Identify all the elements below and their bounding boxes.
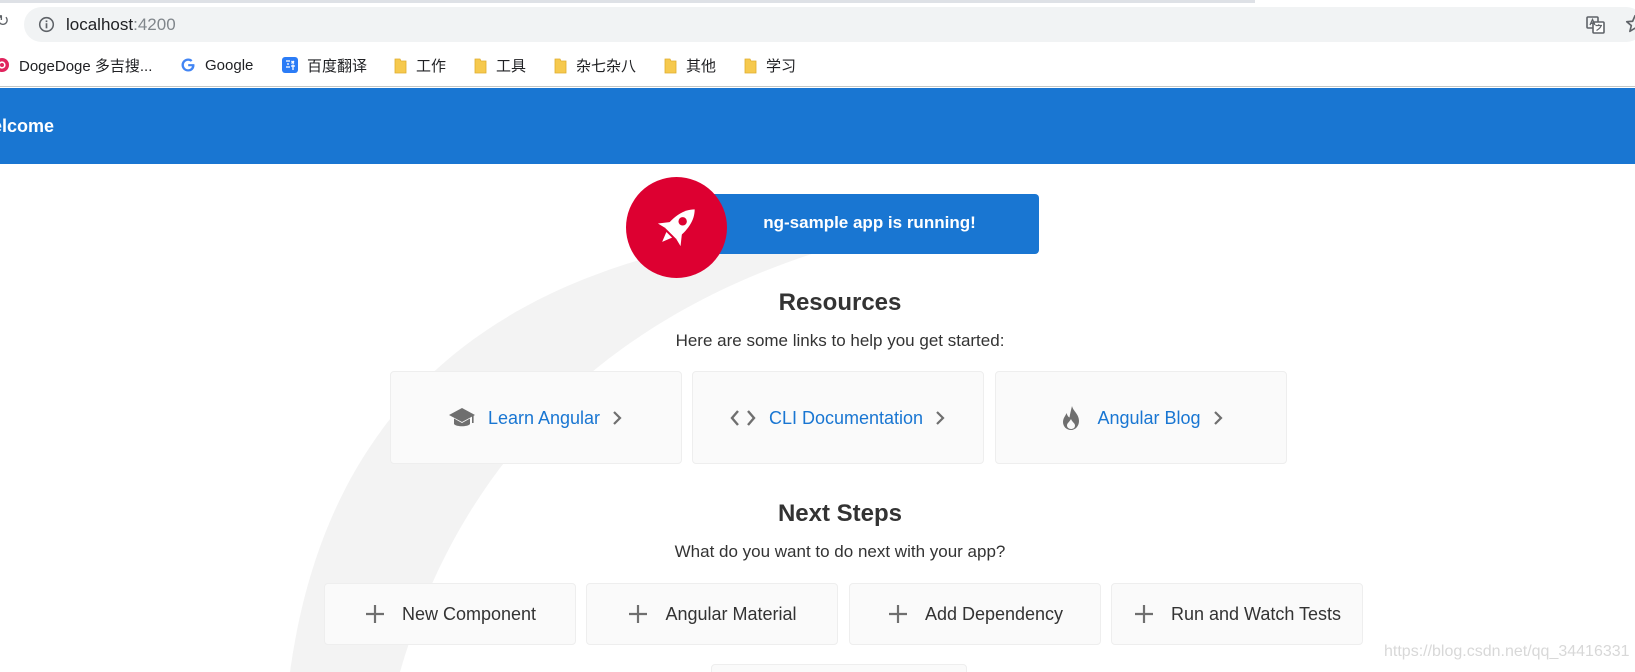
bookmark-label: DogeDoge 多吉搜... — [19, 57, 153, 75]
resources-heading: Resources — [778, 289, 902, 316]
app-running-text: ng-sample app is running! — [763, 213, 976, 232]
step-label: Add Dependency — [924, 604, 1064, 624]
reload-icon[interactable]: ↻ — [0, 12, 10, 32]
angular-material-button[interactable]: Angular Material — [586, 583, 838, 645]
folder-icon — [554, 58, 567, 73]
folder-icon — [744, 58, 757, 73]
folder-icon — [664, 58, 677, 73]
step-label: Angular Material — [665, 604, 797, 624]
info-icon[interactable] — [38, 16, 55, 33]
new-component-button[interactable]: New Component — [324, 583, 576, 645]
translate-icon[interactable] — [1586, 15, 1606, 35]
browser-toolbar: ↻ localhost:4200 — [0, 0, 1635, 46]
dogedoge-icon — [0, 58, 9, 72]
bookmark-folder-misc[interactable]: 杂七杂八 — [554, 53, 636, 77]
next-steps-heading: Next Steps — [777, 500, 903, 527]
angular-blog-card[interactable]: Angular Blog — [995, 371, 1287, 464]
bookmark-label: 其他 — [686, 57, 717, 75]
rocket-icon — [657, 209, 695, 247]
bookmark-label: 杂七杂八 — [576, 57, 637, 75]
terminal-card-partial — [711, 664, 967, 672]
folder-icon — [474, 58, 487, 73]
bookmark-google[interactable]: Google — [180, 53, 253, 77]
plus-icon — [365, 605, 384, 623]
bookmark-label: 工具 — [496, 57, 527, 75]
url-text[interactable]: localhost:4200 — [66, 14, 176, 35]
rocket-badge — [626, 177, 727, 278]
bookmark-label: 学习 — [766, 57, 797, 75]
bookmark-label: 工作 — [416, 57, 447, 75]
plus-icon — [1134, 605, 1153, 623]
app-running-card: ng-sample app is running! — [676, 194, 1039, 254]
bookmarks-bar: DogeDoge 多吉搜... Google 百度翻译 工作 工具 杂七杂八 其… — [0, 50, 1635, 80]
next-steps-subtitle: What do you want to do next with your ap… — [674, 542, 1006, 561]
app-toolbar: elcome — [0, 88, 1635, 164]
url-port: :4200 — [133, 15, 176, 34]
cli-documentation-card[interactable]: CLI Documentation — [692, 371, 984, 464]
folder-icon — [394, 58, 407, 73]
watermark: https://blog.csdn.net/qq_34416331 — [1384, 643, 1630, 660]
step-label: New Component — [401, 604, 537, 624]
plus-icon — [888, 605, 907, 623]
chrome-divider — [0, 86, 1635, 87]
run-and-watch-tests-button[interactable]: Run and Watch Tests — [1111, 583, 1363, 645]
bookmark-baidu-translate[interactable]: 百度翻译 — [282, 53, 367, 77]
learn-angular-link[interactable]: Learn Angular — [488, 407, 600, 429]
bookmark-label: 百度翻译 — [307, 57, 368, 75]
step-label: Run and Watch Tests — [1170, 604, 1342, 624]
bookmark-folder-tools[interactable]: 工具 — [474, 53, 526, 77]
flame-icon — [1063, 405, 1080, 430]
add-dependency-button[interactable]: Add Dependency — [849, 583, 1101, 645]
chevron-right-icon — [1213, 410, 1223, 425]
chevron-right-icon — [613, 410, 622, 425]
learn-angular-card[interactable]: Learn Angular — [390, 371, 682, 464]
tab-strip-edge — [0, 0, 1255, 3]
bookmark-folder-other[interactable]: 其他 — [664, 53, 716, 77]
bookmark-dogedoge[interactable]: DogeDoge 多吉搜... — [0, 53, 152, 77]
toolbar-title: elcome — [0, 116, 55, 136]
angular-blog-link[interactable]: Angular Blog — [1097, 407, 1200, 429]
cli-documentation-link[interactable]: CLI Documentation — [769, 407, 923, 429]
bookmark-label: Google — [205, 56, 254, 74]
resources-subtitle: Here are some links to help you get star… — [675, 331, 1005, 350]
bookmark-folder-study[interactable]: 学习 — [744, 53, 796, 77]
google-icon — [181, 58, 195, 72]
plus-icon — [629, 605, 648, 623]
bookmark-star-icon[interactable] — [1624, 13, 1635, 35]
address-bar[interactable]: localhost:4200 — [24, 7, 1635, 42]
code-brackets-icon — [730, 409, 756, 426]
baidu-translate-icon — [282, 57, 298, 73]
bookmark-folder-work[interactable]: 工作 — [394, 53, 446, 77]
chevron-right-icon — [936, 410, 945, 425]
graduation-cap-icon — [448, 407, 475, 426]
url-host: localhost — [66, 15, 134, 34]
